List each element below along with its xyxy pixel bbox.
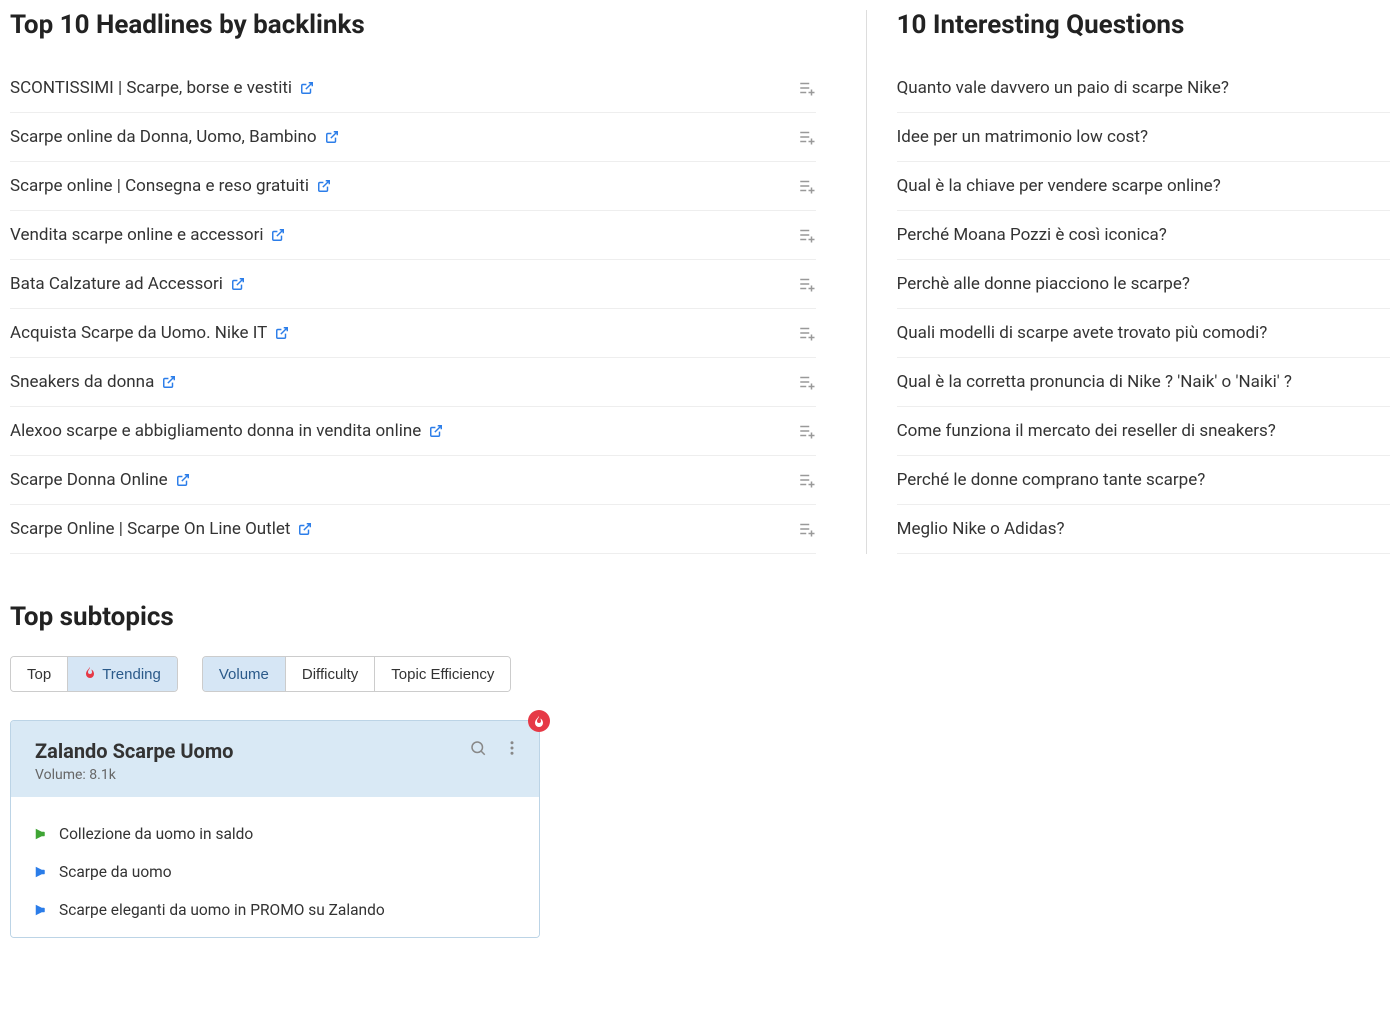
- headline-row: Scarpe online da Donna, Uomo, Bambino: [10, 113, 816, 162]
- headline-text[interactable]: Bata Calzature ad Accessori: [10, 274, 223, 294]
- headlines-title: Top 10 Headlines by backlinks: [10, 10, 816, 40]
- external-link-icon[interactable]: [176, 473, 190, 487]
- tab-top[interactable]: Top: [11, 657, 68, 691]
- card-item[interactable]: Scarpe eleganti da uomo in PROMO su Zala…: [29, 891, 521, 929]
- tab-trending-label: Trending: [102, 666, 161, 683]
- external-link-icon[interactable]: [162, 375, 176, 389]
- question-row[interactable]: Quanto vale davvero un paio di scarpe Ni…: [897, 64, 1390, 113]
- external-link-icon[interactable]: [275, 326, 289, 340]
- sort-tabs: Top Trending: [10, 656, 178, 692]
- add-to-list-icon[interactable]: [798, 128, 816, 146]
- headline-row: Sneakers da donna: [10, 358, 816, 407]
- tab-efficiency[interactable]: Topic Efficiency: [375, 657, 510, 691]
- headline-row: Bata Calzature ad Accessori: [10, 260, 816, 309]
- headline-row: Scarpe Donna Online: [10, 456, 816, 505]
- headline-text[interactable]: Vendita scarpe online e accessori: [10, 225, 263, 245]
- card-item[interactable]: Scarpe da uomo: [29, 853, 521, 891]
- megaphone-icon: [29, 825, 47, 843]
- card-item-text: Scarpe eleganti da uomo in PROMO su Zala…: [59, 901, 385, 919]
- add-to-list-icon[interactable]: [798, 520, 816, 538]
- megaphone-icon: [29, 901, 47, 919]
- search-icon[interactable]: [469, 739, 487, 761]
- headline-text[interactable]: Scarpe Donna Online: [10, 470, 168, 490]
- headlines-panel: Top 10 Headlines by backlinks SCONTISSIM…: [10, 10, 836, 554]
- metric-tabs: Volume Difficulty Topic Efficiency: [202, 656, 512, 692]
- headline-row: Scarpe Online | Scarpe On Line Outlet: [10, 505, 816, 554]
- subtopic-card-wrap: Zalando Scarpe Uomo Volume: 8.1k Collezi…: [10, 720, 540, 938]
- card-item-text: Collezione da uomo in saldo: [59, 825, 253, 843]
- tab-volume[interactable]: Volume: [203, 657, 286, 691]
- subtopics-title: Top subtopics: [10, 602, 1390, 632]
- card-volume-value: 8.1k: [89, 767, 116, 783]
- tab-difficulty[interactable]: Difficulty: [286, 657, 375, 691]
- add-to-list-icon[interactable]: [798, 422, 816, 440]
- questions-title: 10 Interesting Questions: [897, 10, 1390, 40]
- megaphone-icon: [29, 863, 47, 881]
- external-link-icon[interactable]: [298, 522, 312, 536]
- question-row[interactable]: Perché Moana Pozzi è così iconica?: [897, 211, 1390, 260]
- more-icon[interactable]: [503, 739, 521, 761]
- card-volume-label: Volume:: [35, 767, 86, 783]
- headline-row: Alexoo scarpe e abbigliamento donna in v…: [10, 407, 816, 456]
- headline-text[interactable]: Sneakers da donna: [10, 372, 154, 392]
- questions-panel: 10 Interesting Questions Quanto vale dav…: [866, 10, 1390, 554]
- add-to-list-icon[interactable]: [798, 275, 816, 293]
- card-title: Zalando Scarpe Uomo: [35, 739, 233, 763]
- add-to-list-icon[interactable]: [798, 324, 816, 342]
- question-row[interactable]: Come funziona il mercato dei reseller di…: [897, 407, 1390, 456]
- external-link-icon[interactable]: [317, 179, 331, 193]
- headline-text[interactable]: Scarpe online | Consegna e reso gratuiti: [10, 176, 309, 196]
- headline-text[interactable]: Scarpe online da Donna, Uomo, Bambino: [10, 127, 317, 147]
- question-row[interactable]: Qual è la corretta pronuncia di Nike ? '…: [897, 358, 1390, 407]
- external-link-icon[interactable]: [231, 277, 245, 291]
- question-row[interactable]: Quali modelli di scarpe avete trovato pi…: [897, 309, 1390, 358]
- headline-text[interactable]: Scarpe Online | Scarpe On Line Outlet: [10, 519, 290, 539]
- headline-row: Vendita scarpe online e accessori: [10, 211, 816, 260]
- trending-badge-icon: [528, 710, 550, 732]
- headline-text[interactable]: SCONTISSIMI | Scarpe, borse e vestiti: [10, 78, 292, 98]
- card-item-text: Scarpe da uomo: [59, 863, 172, 881]
- question-row[interactable]: Perchè alle donne piacciono le scarpe?: [897, 260, 1390, 309]
- subtopic-card: Zalando Scarpe Uomo Volume: 8.1k Collezi…: [10, 720, 540, 938]
- headline-text[interactable]: Alexoo scarpe e abbigliamento donna in v…: [10, 421, 421, 441]
- headline-text[interactable]: Acquista Scarpe da Uomo. Nike IT: [10, 323, 267, 343]
- external-link-icon[interactable]: [325, 130, 339, 144]
- headline-row: Acquista Scarpe da Uomo. Nike IT: [10, 309, 816, 358]
- external-link-icon[interactable]: [300, 81, 314, 95]
- question-row[interactable]: Meglio Nike o Adidas?: [897, 505, 1390, 554]
- add-to-list-icon[interactable]: [798, 373, 816, 391]
- add-to-list-icon[interactable]: [798, 177, 816, 195]
- subtopics-section: Top subtopics Top Trending Volume Diffic…: [10, 602, 1390, 938]
- headline-row: SCONTISSIMI | Scarpe, borse e vestiti: [10, 64, 816, 113]
- external-link-icon[interactable]: [271, 228, 285, 242]
- question-row[interactable]: Qual è la chiave per vendere scarpe onli…: [897, 162, 1390, 211]
- question-row[interactable]: Idee per un matrimonio low cost?: [897, 113, 1390, 162]
- add-to-list-icon[interactable]: [798, 226, 816, 244]
- external-link-icon[interactable]: [429, 424, 443, 438]
- tab-trending[interactable]: Trending: [68, 657, 177, 691]
- add-to-list-icon[interactable]: [798, 471, 816, 489]
- headline-row: Scarpe online | Consegna e reso gratuiti: [10, 162, 816, 211]
- card-item[interactable]: Collezione da uomo in saldo: [29, 815, 521, 853]
- flame-icon: [84, 665, 96, 683]
- add-to-list-icon[interactable]: [798, 79, 816, 97]
- question-row[interactable]: Perché le donne comprano tante scarpe?: [897, 456, 1390, 505]
